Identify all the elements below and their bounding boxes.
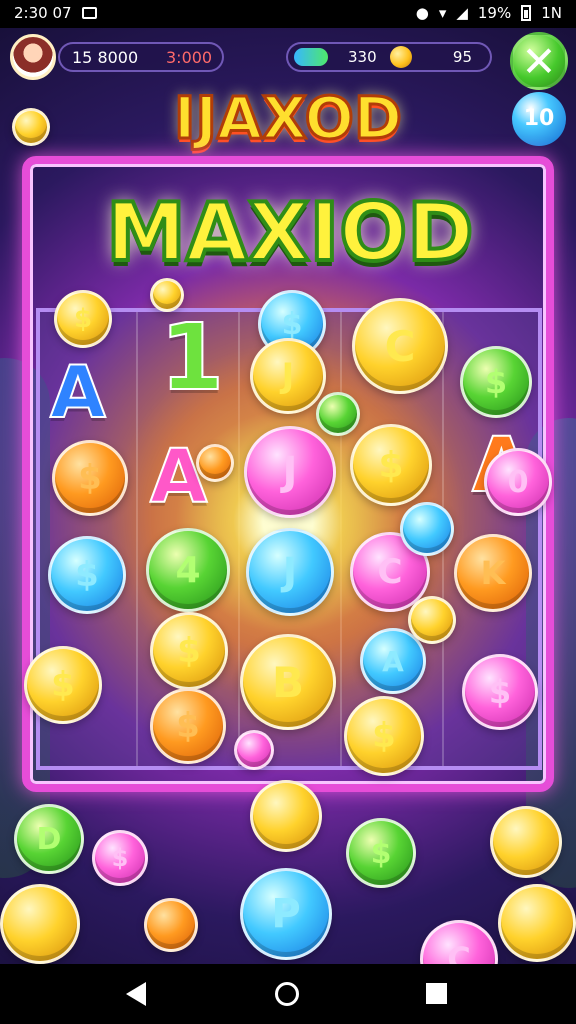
floating-coin — [150, 278, 184, 312]
coin-symbol: C — [352, 298, 448, 394]
signal-icon: ▾ — [438, 4, 447, 22]
coin-symbol: $ — [344, 696, 424, 776]
coin-symbol: $ — [150, 612, 228, 690]
floating-coin — [490, 806, 562, 878]
coin-symbol: 0 — [484, 448, 552, 516]
main-title: MAXIOD — [104, 184, 475, 281]
score-value: 15 8000 — [72, 48, 139, 67]
coin-symbol: B — [240, 634, 336, 730]
floating-coin — [250, 780, 322, 852]
coin-symbol: K — [454, 534, 532, 612]
coin-symbol: $ — [52, 440, 128, 516]
wifi-icon: ◢ — [456, 4, 468, 22]
reel-letter: A — [149, 433, 208, 521]
currency-pill: 330 95 — [286, 42, 492, 72]
coin-symbol: $ — [460, 346, 532, 418]
coin-symbol: $ — [350, 424, 432, 506]
floating-coin — [498, 884, 576, 962]
gem-count: 330 — [348, 48, 377, 66]
floating-coin — [12, 108, 50, 146]
level-badge[interactable]: 10 — [512, 92, 566, 146]
hud: 15 8000 3:000 330 95 — [10, 34, 566, 84]
reel-letter: A — [49, 349, 107, 435]
floating-coin — [144, 898, 198, 952]
gem-icon — [294, 48, 328, 66]
coin-symbol: J — [246, 528, 334, 616]
coin-symbol: C — [420, 920, 498, 964]
coin-symbol: $ — [54, 290, 112, 348]
coin-symbol: J — [244, 426, 336, 518]
floating-coin — [0, 884, 80, 964]
recents-icon[interactable] — [426, 983, 447, 1004]
coin-icon — [390, 46, 412, 68]
coin-count: 95 — [452, 48, 472, 66]
coin-symbol: $ — [150, 688, 226, 764]
coin-symbol: $ — [92, 830, 148, 886]
coin-symbol: 4 — [146, 528, 230, 612]
coin-symbol: P — [240, 868, 332, 960]
floating-coin — [234, 730, 274, 770]
notification-icon — [81, 7, 97, 19]
game-screen: 15 8000 3:000 330 95 ✕ 10 IJAXOD MAXIOD … — [0, 28, 576, 964]
status-bar: 2:30 07 ● ▾ ◢ 19% 1N — [0, 0, 576, 28]
home-icon[interactable] — [275, 982, 299, 1006]
back-icon[interactable] — [126, 982, 146, 1006]
battery-text: 19% — [477, 4, 512, 22]
bet-value: 3:000 — [166, 48, 213, 67]
floating-coin — [316, 392, 360, 436]
coin-symbol: $ — [48, 536, 126, 614]
reel-letter: 1 — [159, 303, 225, 412]
alarm-icon: ● — [415, 4, 429, 22]
time-text: 2:30 07 — [14, 4, 72, 22]
floating-coin — [408, 596, 456, 644]
network-text: 1N — [541, 4, 562, 22]
score-pill: 15 8000 3:000 — [58, 42, 224, 72]
coin-symbol: $ — [462, 654, 538, 730]
floating-coin — [196, 444, 234, 482]
player-avatar[interactable] — [10, 34, 56, 80]
coin-symbol: $ — [346, 818, 416, 888]
coin-symbol: $ — [24, 646, 102, 724]
coin-symbol: J — [250, 338, 326, 414]
battery-icon — [521, 5, 532, 21]
close-button[interactable]: ✕ — [510, 32, 568, 90]
top-title: IJAXOD — [172, 83, 403, 154]
coin-symbol: D — [14, 804, 84, 874]
floating-coin — [400, 502, 454, 556]
android-navigation-bar — [0, 964, 576, 1024]
